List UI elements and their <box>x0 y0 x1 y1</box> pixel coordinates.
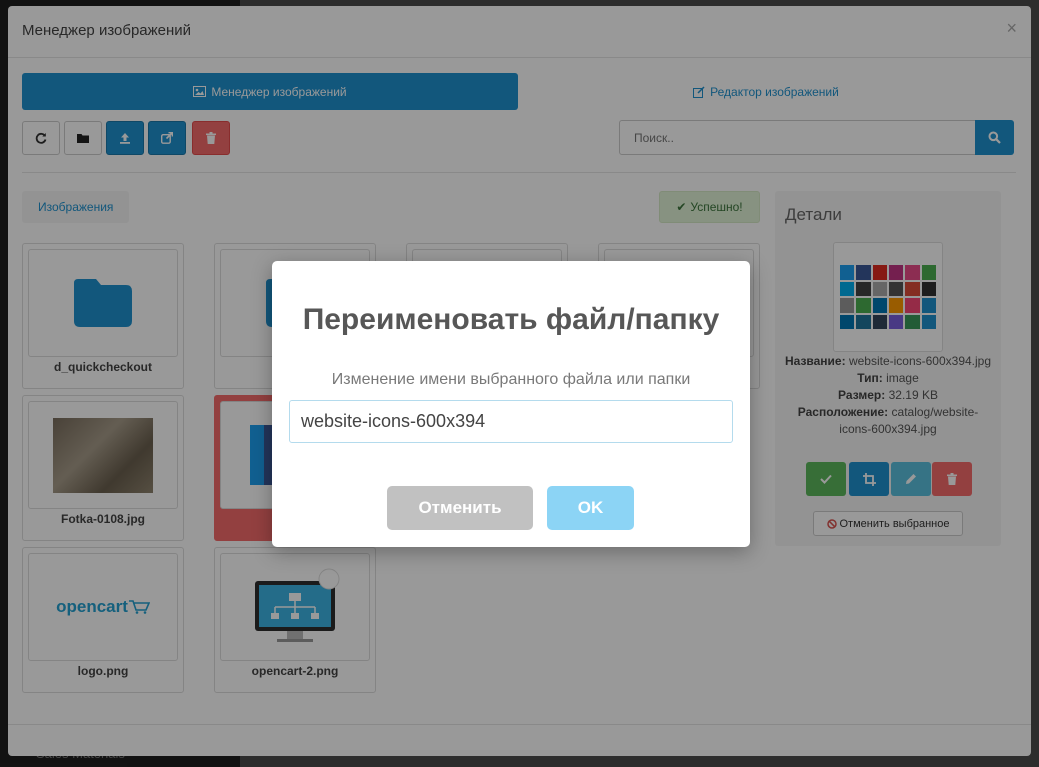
cancel-button[interactable]: Отменить <box>387 486 533 530</box>
ok-button[interactable]: OK <box>547 486 634 530</box>
rename-input[interactable] <box>289 400 733 443</box>
dialog-title: Переименовать файл/папку <box>302 303 720 336</box>
rename-dialog: Переименовать файл/папку Изменение имени… <box>272 261 750 547</box>
dialog-description: Изменение имени выбранного файла или пап… <box>331 371 691 388</box>
